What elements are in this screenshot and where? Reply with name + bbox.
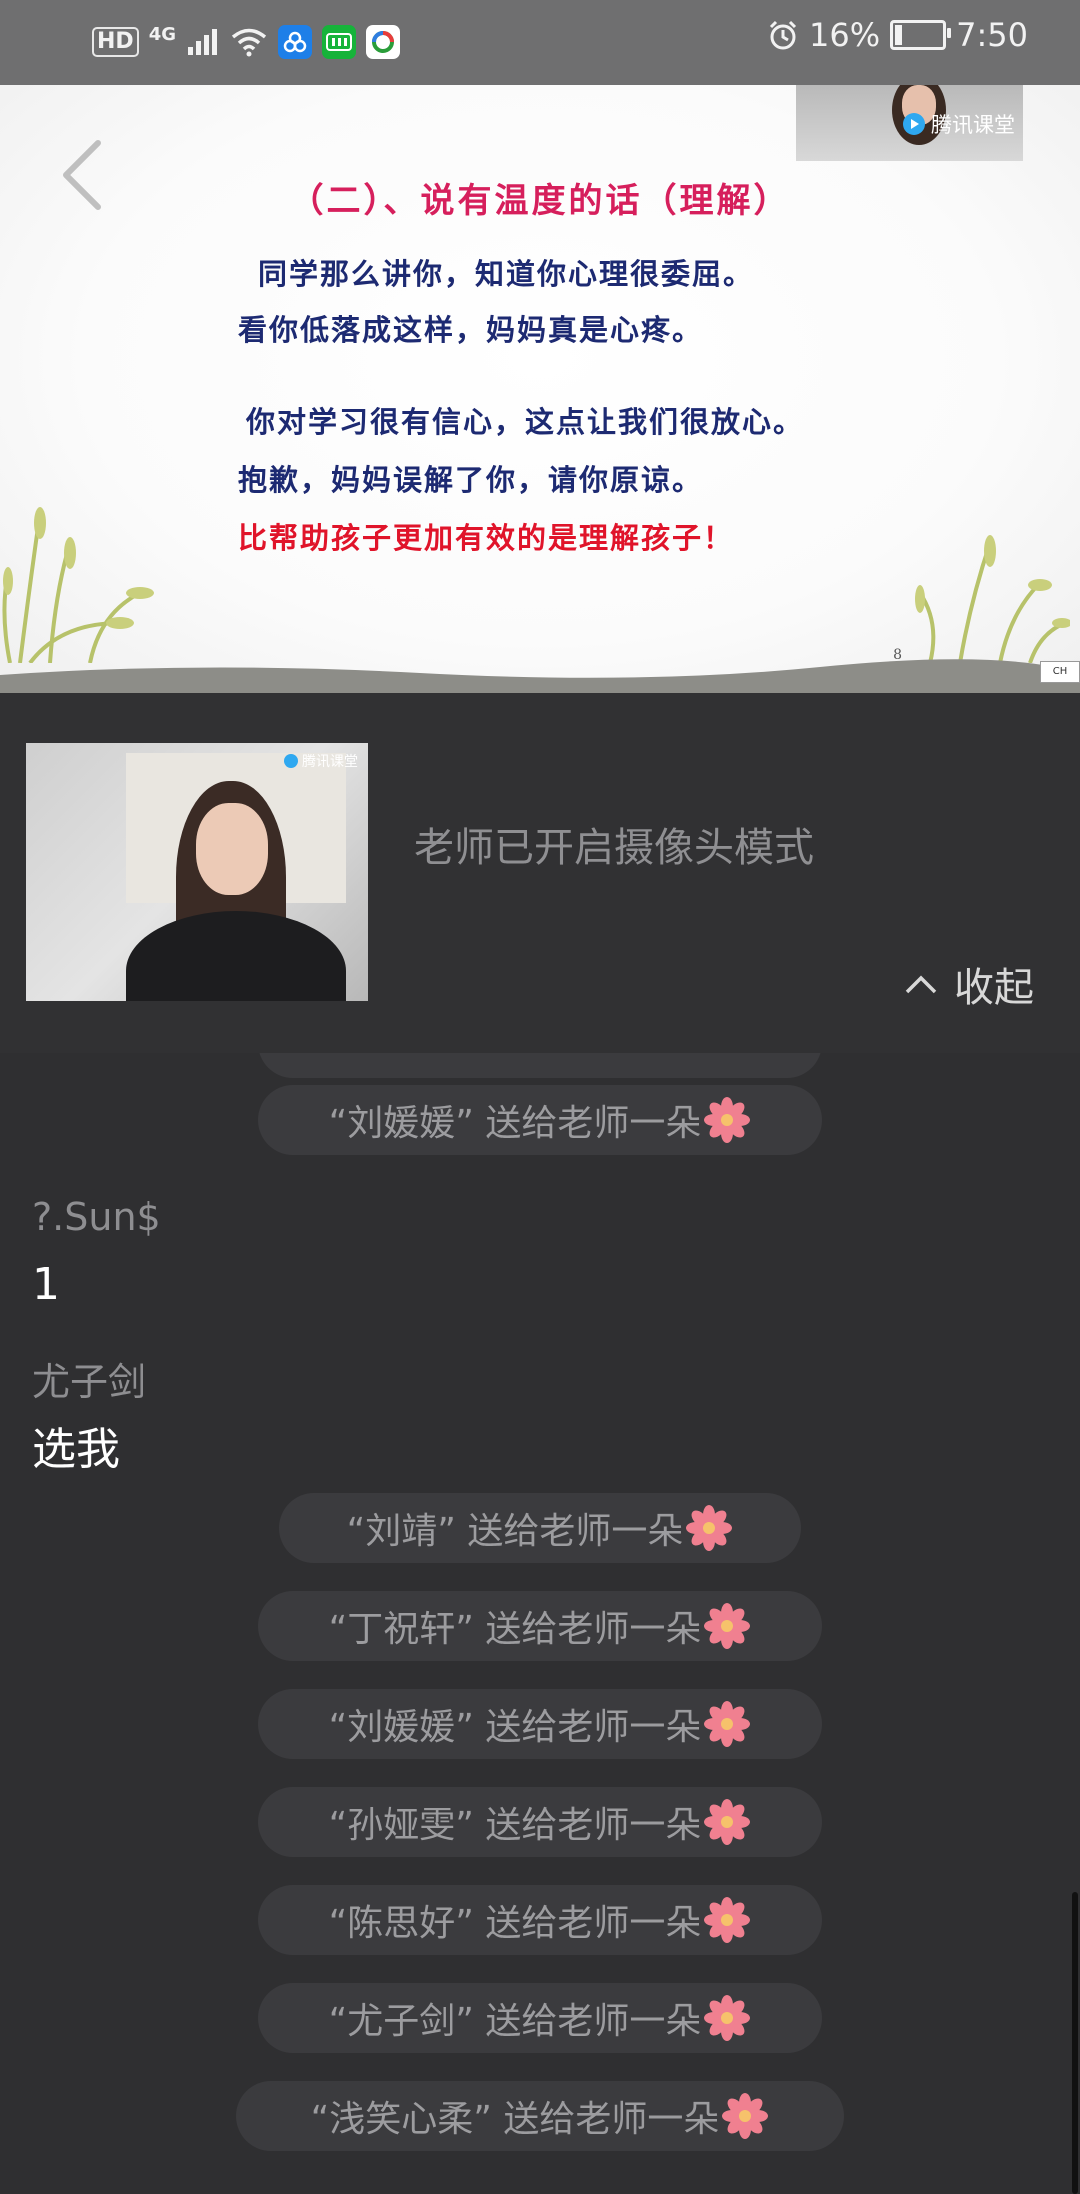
iqiyi-icon [322,25,356,59]
gift-message: “丁祝轩” 送给老师一朵 [258,1591,822,1661]
slide-line-3: 你对学习很有信心，这点让我们很放心。 [246,405,805,439]
flower-icon [703,1994,751,2042]
camera-mode-text: 老师已开启摄像头模式 [414,825,814,871]
wifi-icon [231,28,267,57]
battery-icon [890,20,952,50]
grass-right-decoration [915,535,1070,663]
slide-title: （二）、说有温度的话（理解） [289,181,791,221]
message-sender: ?.Sun$ [32,1195,161,1239]
flower-icon [703,1700,751,1748]
app-notification-icon [278,25,312,59]
gift-message: “陈思好” 送给老师一朵 [258,1885,822,1955]
teacher-camera-panel: 腾讯课堂 老师已开启摄像头模式 收起 [0,693,1080,1053]
flower-icon [703,1896,751,1944]
flower-icon [721,2092,769,2140]
network-type: 4G [148,23,176,45]
gift-message: “刘媛媛” 送给老师一朵 [258,1689,822,1759]
chat-feed[interactable]: “刘媛媛” 送给老师一朵 ?.Sun$ 1 尤子剑 选我 “刘靖” 送给老师一朵… [0,1053,1080,2194]
battery-percent: 16% [809,16,881,54]
news-app-icon [366,25,400,59]
slide-line-2: 看你低落成这样，妈妈真是心疼。 [238,313,704,347]
gift-message: “尤子剑” 送给老师一朵 [258,1983,822,2053]
gift-message: “浅笑心柔” 送给老师一朵 [236,2081,844,2151]
message-text: 1 [32,1259,60,1310]
status-left: HD 4G [92,20,400,64]
gift-message: “刘媛媛” 送给老师一朵 [258,1085,822,1155]
tencent-classroom-logo-icon [284,754,298,768]
gift-message: “孙娅雯” 送给老师一朵 [258,1787,822,1857]
slide-page-number: 8 [893,647,902,663]
gift-message: “刘靖” 送给老师一朵 [279,1493,801,1563]
teacher-video-watermark: 腾讯课堂 [284,751,358,771]
signal-icon [188,29,217,55]
lesson-slide: （二）、说有温度的话（理解） 同学那么讲你，知道你心理很委屈。 看你低落成这样，… [0,85,1080,693]
chat-scrollbar[interactable] [1072,1892,1078,2194]
chevron-up-icon [905,975,937,994]
teacher-video[interactable]: 腾讯课堂 [26,743,368,1001]
hd-indicator: HD [92,27,139,57]
alarm-icon [769,20,797,50]
flower-icon [703,1602,751,1650]
clock: 7:50 [956,16,1028,54]
grass-left-decoration [2,507,154,663]
slide-line-4: 抱歉，妈妈误解了你，请你原谅。 [238,463,704,497]
tencent-classroom-logo-icon [903,113,925,135]
message-text: 选我 [32,1424,120,1475]
slide-corner-badge: CH [1040,661,1080,683]
message-sender: 尤子剑 [32,1360,147,1404]
ground-decoration [0,659,1080,693]
camera-thumbnail[interactable]: 腾讯课堂 [796,85,1023,161]
slide-line-1: 同学那么讲你，知道你心理很委屈。 [258,257,755,291]
status-bar: HD 4G 16% 7:50 [0,0,1080,85]
slide-line-5: 比帮助孩子更加有效的是理解孩子！ [238,521,735,555]
gift-message-partial [258,1053,822,1078]
flower-icon [685,1504,733,1552]
status-right: 16% 7:50 [767,16,1028,54]
flower-icon [703,1798,751,1846]
collapse-button[interactable]: 收起 [904,955,1034,1013]
flower-icon [703,1096,751,1144]
camera-thumb-label: 腾讯课堂 [903,109,1015,139]
